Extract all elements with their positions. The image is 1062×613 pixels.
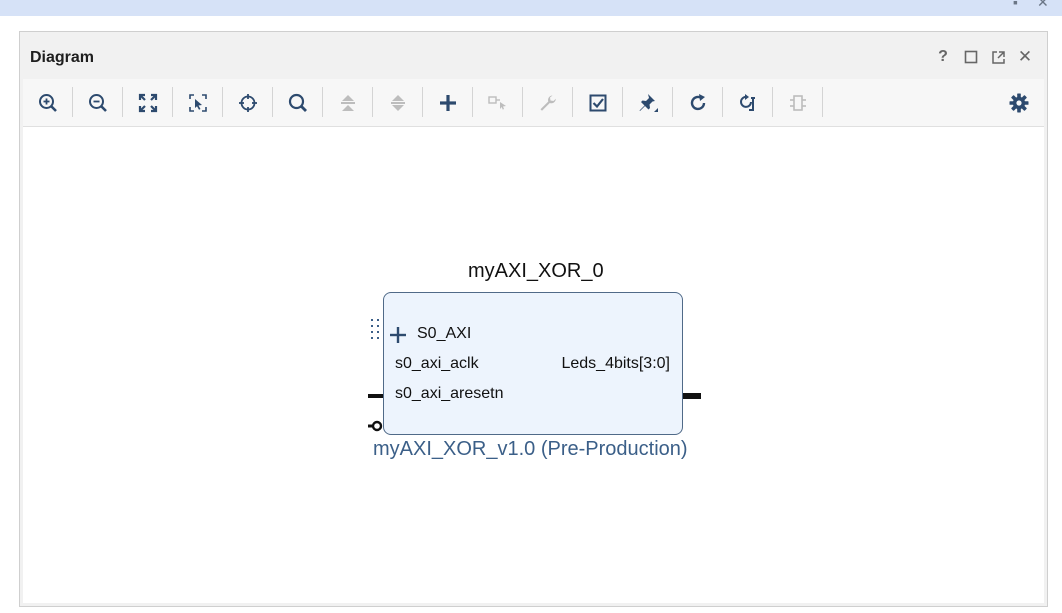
toolbar-separator [472, 87, 473, 117]
fit-icon [138, 93, 158, 113]
port-s0-axi-aclk[interactable]: s0_axi_aclk [395, 355, 479, 373]
interface-port-icon[interactable] [370, 317, 384, 349]
ip-version-label: myAXI_XOR_v1.0 (Pre-Production) [373, 438, 688, 460]
help-icon: ? [938, 48, 948, 65]
connection-icon [488, 96, 506, 110]
toolbar-separator [372, 87, 373, 117]
block-instance-name: myAXI_XOR_0 [468, 260, 604, 282]
search-icon [288, 93, 307, 112]
toolbar-separator [272, 87, 273, 117]
toolbar-separator [822, 87, 823, 117]
search-button[interactable] [284, 89, 312, 117]
leds-output-pin[interactable] [683, 392, 701, 400]
pin-icon [639, 94, 658, 112]
square-icon [964, 50, 978, 64]
toolbar-separator [622, 87, 623, 117]
center-button[interactable] [234, 89, 262, 117]
close-icon: ✕ [1017, 47, 1033, 66]
diagram-toolbar [23, 79, 1044, 127]
close-panel-button[interactable]: ✕ [1015, 47, 1035, 67]
zoom-out-button[interactable] [84, 89, 112, 117]
float-button[interactable] [988, 47, 1008, 67]
collapse-icon [341, 95, 355, 111]
expand-interface-icon[interactable] [389, 326, 407, 344]
toolbar-separator [72, 87, 73, 117]
wrench-icon [540, 95, 556, 111]
help-button[interactable]: ? [933, 47, 953, 67]
ip-block[interactable]: S0_AXI s0_axi_aclk s0_axi_aresetn Leds_4… [383, 292, 683, 435]
port-leds-4bits[interactable]: Leds_4bits[3:0] [561, 355, 670, 373]
zoom-in-button[interactable] [34, 89, 62, 117]
zoom-in-icon [39, 94, 57, 112]
settings-button[interactable] [1005, 89, 1033, 117]
window-title-strip: ▪ ✕ [0, 0, 1062, 16]
regenerate-layout-button[interactable] [684, 89, 712, 117]
debug-button[interactable] [784, 89, 812, 117]
clock-port-pin[interactable] [368, 393, 384, 399]
pin-button[interactable] [634, 89, 662, 117]
port-s0-axi[interactable]: S0_AXI [417, 325, 471, 343]
toolbar-separator [722, 87, 723, 117]
close-icon[interactable]: ✕ [1037, 0, 1049, 11]
chip-icon [790, 95, 806, 111]
diagram-panel: Diagram ? ✕ myAXI_XOR_0 S0_AXI s0_axi_ac… [19, 31, 1048, 607]
toolbar-separator [572, 87, 573, 117]
maximize-button[interactable] [961, 47, 981, 67]
diagram-canvas[interactable]: myAXI_XOR_0 S0_AXI s0_axi_aclk s0_axi_ar… [23, 127, 1044, 603]
zoom-fit-button[interactable] [134, 89, 162, 117]
properties-button[interactable] [534, 89, 562, 117]
reset-port-pin[interactable] [368, 419, 384, 433]
toolbar-separator [172, 87, 173, 117]
crosshair-icon [239, 94, 257, 112]
routing-icon [740, 94, 755, 111]
panel-title: Diagram [30, 49, 95, 66]
make-connection-button[interactable] [484, 89, 512, 117]
optimize-routing-button[interactable] [734, 89, 762, 117]
expand-all-button[interactable] [384, 89, 412, 117]
minimize-icon[interactable]: ▪ [1013, 0, 1018, 10]
port-s0-axi-aresetn[interactable]: s0_axi_aresetn [395, 385, 504, 403]
gear-icon [1009, 93, 1029, 113]
zoom-area-button[interactable] [184, 89, 212, 117]
expand-icon [391, 95, 405, 111]
toolbar-separator [422, 87, 423, 117]
toolbar-separator [122, 87, 123, 117]
plus-icon [440, 95, 456, 111]
toolbar-separator [322, 87, 323, 117]
zoom-area-icon [189, 94, 207, 112]
refresh-icon [690, 94, 706, 111]
toolbar-separator [222, 87, 223, 117]
toolbar-separator [772, 87, 773, 117]
zoom-out-icon [89, 94, 107, 112]
float-window-icon [991, 50, 1005, 64]
checkbox-icon [589, 94, 607, 112]
collapse-all-button[interactable] [334, 89, 362, 117]
toolbar-separator [522, 87, 523, 117]
panel-header: Diagram ? ✕ [20, 32, 1047, 78]
validate-button[interactable] [584, 89, 612, 117]
toolbar-separator [672, 87, 673, 117]
add-ip-button[interactable] [434, 89, 462, 117]
